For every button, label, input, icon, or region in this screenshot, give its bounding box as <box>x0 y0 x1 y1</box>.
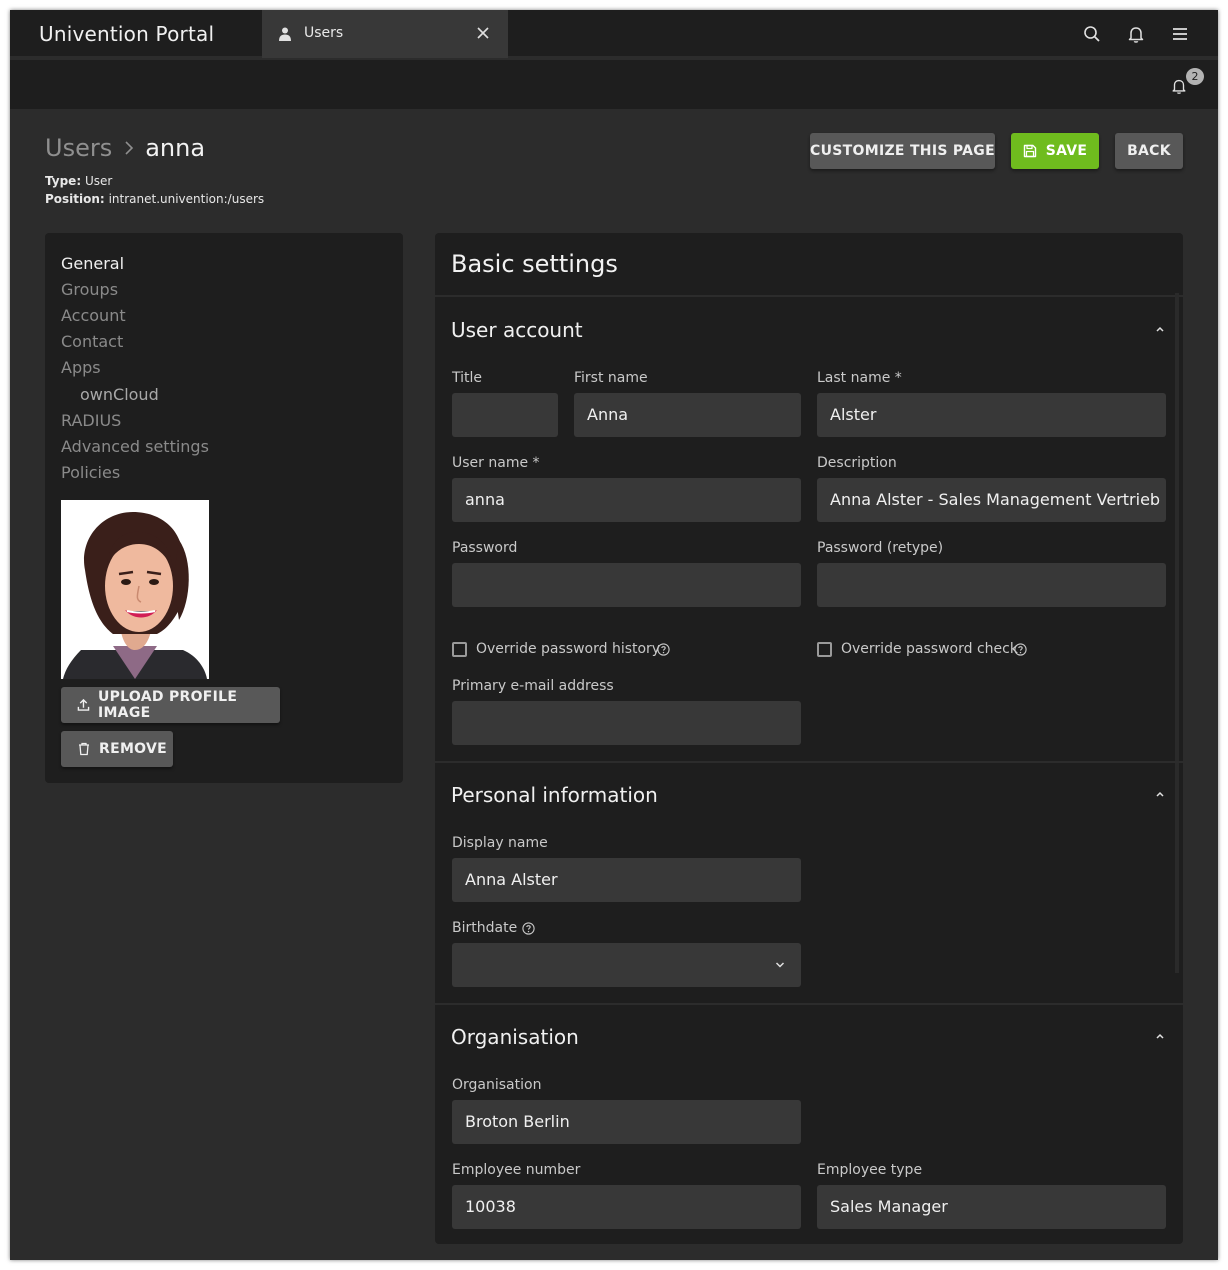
top-bar: Univention Portal Users <box>10 10 1218 58</box>
type-value: User <box>84 174 113 188</box>
save-button[interactable]: SAVE <box>1011 133 1099 169</box>
notification-bell-icon[interactable] <box>1170 77 1188 95</box>
upload-label: UPLOAD PROFILE IMAGE <box>97 689 238 721</box>
chevron-up-icon[interactable] <box>1154 1030 1166 1042</box>
divider <box>435 1003 1183 1005</box>
section-title-personal-information: Personal information <box>451 783 658 807</box>
sidebar-item-groups[interactable]: Groups <box>61 280 118 299</box>
chevron-down-icon <box>775 962 785 968</box>
chevron-right-icon <box>125 141 134 155</box>
breadcrumb-current: anna <box>145 134 206 162</box>
last-name-input[interactable]: Alster <box>817 393 1166 437</box>
sidebar-item-apps[interactable]: Apps <box>61 358 101 377</box>
employee-number-label: Employee number <box>452 1162 581 1178</box>
position-value: intranet.univention:/users <box>108 192 265 206</box>
object-type: Type: User <box>45 174 112 188</box>
upload-profile-image-button[interactable]: UPLOAD PROFILE IMAGE <box>61 687 280 723</box>
breadcrumb-parent[interactable]: Users <box>45 134 112 162</box>
back-button[interactable]: BACK <box>1115 133 1183 169</box>
override-password-history-checkbox[interactable] <box>452 642 467 657</box>
portal-title[interactable]: Univention Portal <box>39 22 214 46</box>
portal-window: Univention Portal Users 2 Users anna Typ… <box>10 10 1218 1260</box>
save-icon <box>1023 144 1036 158</box>
page-title: Basic settings <box>451 250 618 278</box>
description-label: Description <box>817 455 897 471</box>
display-name-label: Display name <box>452 835 548 851</box>
title-input[interactable] <box>452 393 558 437</box>
sidebar-card: General Groups Account Contact Apps ownC… <box>45 233 403 783</box>
password-label: Password <box>452 540 518 556</box>
position-label: Position: <box>45 192 105 206</box>
password-retype-label: Password (retype) <box>817 540 944 556</box>
help-icon[interactable] <box>1014 643 1027 656</box>
override-password-history-label[interactable]: Override password history <box>476 641 660 657</box>
chevron-up-icon[interactable] <box>1154 788 1166 800</box>
section-title-organisation: Organisation <box>451 1025 579 1049</box>
employee-type-input[interactable]: Sales Manager <box>817 1185 1166 1229</box>
organisation-input[interactable]: Broton Berlin <box>452 1100 801 1144</box>
menu-icon[interactable] <box>1170 24 1190 44</box>
close-icon[interactable] <box>476 26 490 40</box>
first-name-input[interactable]: Anna <box>574 393 801 437</box>
divider <box>435 295 1183 297</box>
remove-image-button[interactable]: REMOVE <box>61 731 173 767</box>
notification-count-badge: 2 <box>1186 68 1204 85</box>
bell-icon[interactable] <box>1126 24 1146 44</box>
type-label: Type: <box>45 174 82 188</box>
search-icon[interactable] <box>1082 24 1102 44</box>
sidebar-item-account[interactable]: Account <box>61 306 126 325</box>
object-position: Position: intranet.univention:/users <box>45 192 264 206</box>
breadcrumb: Users anna <box>45 134 205 162</box>
sidebar-item-owncloud[interactable]: ownCloud <box>80 385 159 404</box>
user-name-input[interactable]: anna <box>452 478 801 522</box>
sidebar-item-radius[interactable]: RADIUS <box>61 411 121 430</box>
trash-icon <box>79 742 89 756</box>
tab-users[interactable]: Users <box>262 10 508 58</box>
title-field-label: Title <box>452 370 483 386</box>
section-title-user-account: User account <box>451 318 583 342</box>
last-name-label: Last name * <box>817 370 902 386</box>
birthdate-label: Birthdate <box>452 920 518 936</box>
primary-email-label: Primary e-mail address <box>452 678 614 694</box>
scrollbar[interactable] <box>1175 293 1179 973</box>
user-name-label: User name * <box>452 455 540 471</box>
remove-label: REMOVE <box>99 741 167 757</box>
upload-icon <box>77 698 90 711</box>
birthdate-select[interactable] <box>452 943 801 987</box>
password-retype-input[interactable] <box>817 563 1166 607</box>
password-input[interactable] <box>452 563 801 607</box>
first-name-label: First name <box>574 370 648 386</box>
customize-page-button[interactable]: CUSTOMIZE THIS PAGE <box>810 133 995 169</box>
sidebar-item-general[interactable]: General <box>61 254 124 273</box>
main-form-card: Basic settings User account Title First … <box>435 233 1183 1244</box>
notification-bar: 2 <box>10 60 1218 109</box>
help-icon[interactable] <box>657 643 670 656</box>
display-name-input[interactable]: Anna Alster <box>452 858 801 902</box>
save-label: SAVE <box>1045 143 1088 159</box>
help-icon[interactable] <box>522 922 535 935</box>
profile-image <box>61 500 209 679</box>
description-input[interactable]: Anna Alster - Sales Management Vertrieb <box>817 478 1166 522</box>
divider <box>435 761 1183 763</box>
organisation-label: Organisation <box>452 1077 542 1093</box>
employee-type-label: Employee type <box>817 1162 923 1178</box>
tab-label: Users <box>304 25 344 41</box>
chevron-up-icon[interactable] <box>1154 323 1166 335</box>
override-password-check-label[interactable]: Override password check <box>841 641 1018 657</box>
sidebar-item-advanced-settings[interactable]: Advanced settings <box>61 437 209 456</box>
override-password-check-checkbox[interactable] <box>817 642 832 657</box>
user-icon <box>279 27 291 41</box>
primary-email-input[interactable] <box>452 701 801 745</box>
sidebar-item-policies[interactable]: Policies <box>61 463 120 482</box>
sidebar-item-contact[interactable]: Contact <box>61 332 123 351</box>
employee-number-input[interactable]: 10038 <box>452 1185 801 1229</box>
